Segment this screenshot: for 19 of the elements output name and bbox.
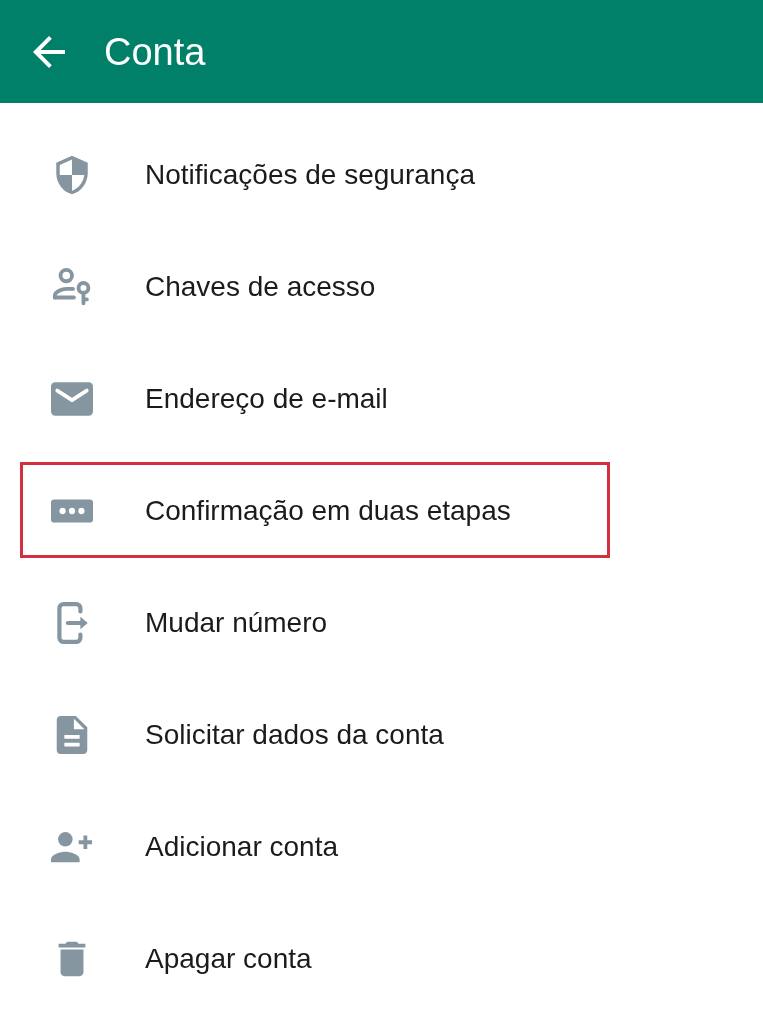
screen-title: Conta xyxy=(104,32,206,71)
back-arrow-icon xyxy=(33,35,65,68)
menu-item-label: Apagar conta xyxy=(145,942,312,976)
menu-item-label: Chaves de acesso xyxy=(145,270,376,304)
menu-item[interactable]: Chaves de acesso xyxy=(0,231,763,343)
menu-item-label: Mudar número xyxy=(145,606,328,640)
menu-item[interactable]: Endereço de e-mail xyxy=(0,343,763,455)
menu-item[interactable]: Mudar número xyxy=(0,567,763,679)
menu-item-label: Adicionar conta xyxy=(145,830,338,864)
person-key-icon xyxy=(51,266,93,308)
menu-item[interactable]: Notificações de segurança xyxy=(0,119,763,231)
menu-item[interactable]: Apagar conta xyxy=(0,903,763,1015)
menu-item[interactable]: Solicitar dados da conta xyxy=(0,679,763,791)
menu-item-label: Solicitar dados da conta xyxy=(145,718,444,752)
menu-item[interactable]: Confirmação em duas etapas xyxy=(0,455,763,567)
menu-item-label: Notificações de segurança xyxy=(145,158,475,192)
menu-item[interactable]: Adicionar conta xyxy=(0,791,763,903)
menu-item-label: Confirmação em duas etapas xyxy=(145,494,511,528)
menu-item-label: Endereço de e-mail xyxy=(145,382,388,416)
